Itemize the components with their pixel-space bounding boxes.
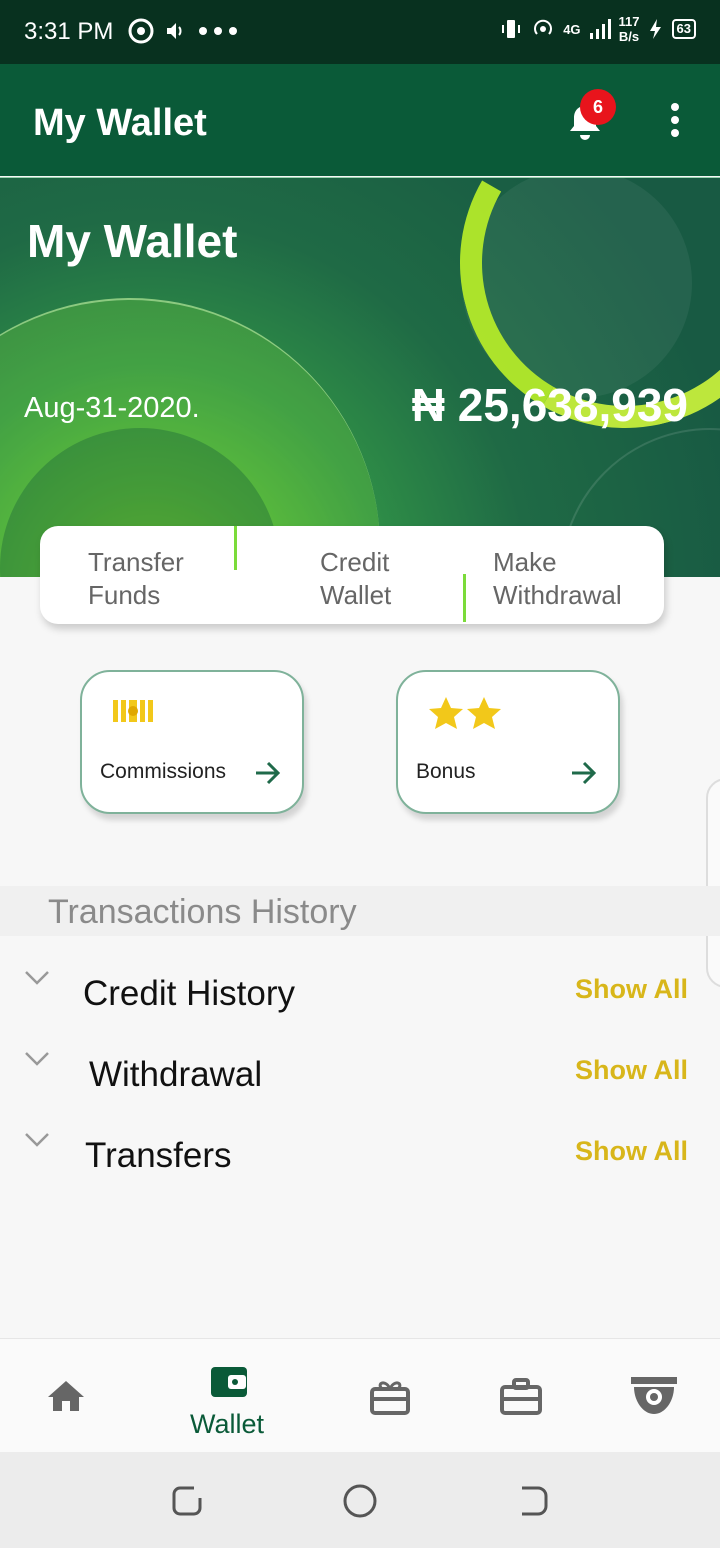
home-circle-icon[interactable] — [342, 1483, 378, 1519]
chrome-icon — [128, 18, 154, 44]
transfers-show-all[interactable]: Show All — [575, 1136, 688, 1167]
charging-icon — [649, 19, 661, 39]
signal-icon — [589, 19, 611, 39]
arrow-right-icon — [256, 761, 281, 785]
transactions-history-title: Transactions History — [48, 893, 357, 931]
wallet-date: Aug-31-2020. — [24, 392, 200, 424]
side-drawer-handle[interactable] — [706, 778, 720, 988]
home-icon[interactable] — [46, 1379, 86, 1413]
cash-icon — [113, 700, 153, 722]
credit-history-label: Credit History — [83, 974, 295, 1013]
chevron-down-icon[interactable] — [24, 1051, 50, 1067]
credit-wallet-button[interactable]: Credit Wallet — [320, 546, 391, 612]
more-notifications-icon — [199, 27, 237, 35]
transfers-label: Transfers — [85, 1136, 232, 1175]
wallet-icon[interactable] — [210, 1363, 248, 1399]
wallet-hero: My Wallet Aug-31-2020. ₦ 25,638,939 — [0, 177, 720, 577]
divider — [234, 526, 237, 570]
commissions-label: Commissions — [100, 760, 227, 783]
recents-icon[interactable] — [170, 1484, 204, 1518]
briefcase-icon[interactable] — [500, 1377, 542, 1415]
more-vert-icon[interactable] — [665, 103, 685, 139]
make-withdrawal-button[interactable]: Make Withdrawal — [493, 546, 622, 612]
stars-icon — [429, 697, 501, 729]
notification-badge: 6 — [580, 89, 616, 125]
commissions-tile[interactable]: Commissions — [80, 670, 304, 814]
wallet-nav-label[interactable]: Wallet — [190, 1409, 264, 1440]
bonus-tile[interactable]: Bonus — [396, 670, 620, 814]
transfers-row[interactable]: Transfers Show All — [0, 1132, 720, 1192]
hotspot-icon — [534, 19, 553, 35]
app-bar: My Wallet — [0, 64, 720, 176]
system-nav-bar — [0, 1452, 720, 1548]
transfer-funds-button[interactable]: Transfer Funds — [88, 546, 184, 612]
arrow-right-icon — [572, 761, 597, 785]
wallet-actions-card: Transfer Funds Credit Wallet Make Withdr… — [40, 526, 664, 624]
wallet-balance: ₦ 25,638,939 — [411, 379, 688, 431]
back-icon[interactable] — [516, 1484, 550, 1518]
network-type: 4G — [563, 21, 581, 37]
volume-icon — [167, 23, 182, 39]
credit-history-row[interactable]: Credit History Show All — [0, 970, 720, 1030]
bottom-nav: Wallet — [0, 1338, 720, 1452]
chevron-down-icon[interactable] — [24, 1132, 50, 1148]
cctv-icon[interactable] — [630, 1375, 678, 1417]
wallet-heading: My Wallet — [27, 215, 238, 267]
net-speed: 117 B/s — [618, 14, 640, 44]
withdrawal-label: Withdrawal — [89, 1055, 263, 1094]
battery-level: 63 — [671, 19, 696, 39]
withdrawal-show-all[interactable]: Show All — [575, 1055, 688, 1086]
bonus-label: Bonus — [416, 760, 476, 783]
credit-history-show-all[interactable]: Show All — [575, 974, 688, 1005]
vibrate-icon — [502, 20, 521, 38]
app-bar-title: My Wallet — [33, 102, 207, 144]
status-bar: 3:31 PM 4G 117 B/s 63 — [0, 0, 720, 64]
status-time: 3:31 PM — [24, 18, 114, 45]
gift-icon[interactable] — [369, 1377, 411, 1415]
divider — [463, 574, 466, 622]
withdrawal-row[interactable]: Withdrawal Show All — [0, 1051, 720, 1111]
chevron-down-icon[interactable] — [24, 970, 50, 986]
